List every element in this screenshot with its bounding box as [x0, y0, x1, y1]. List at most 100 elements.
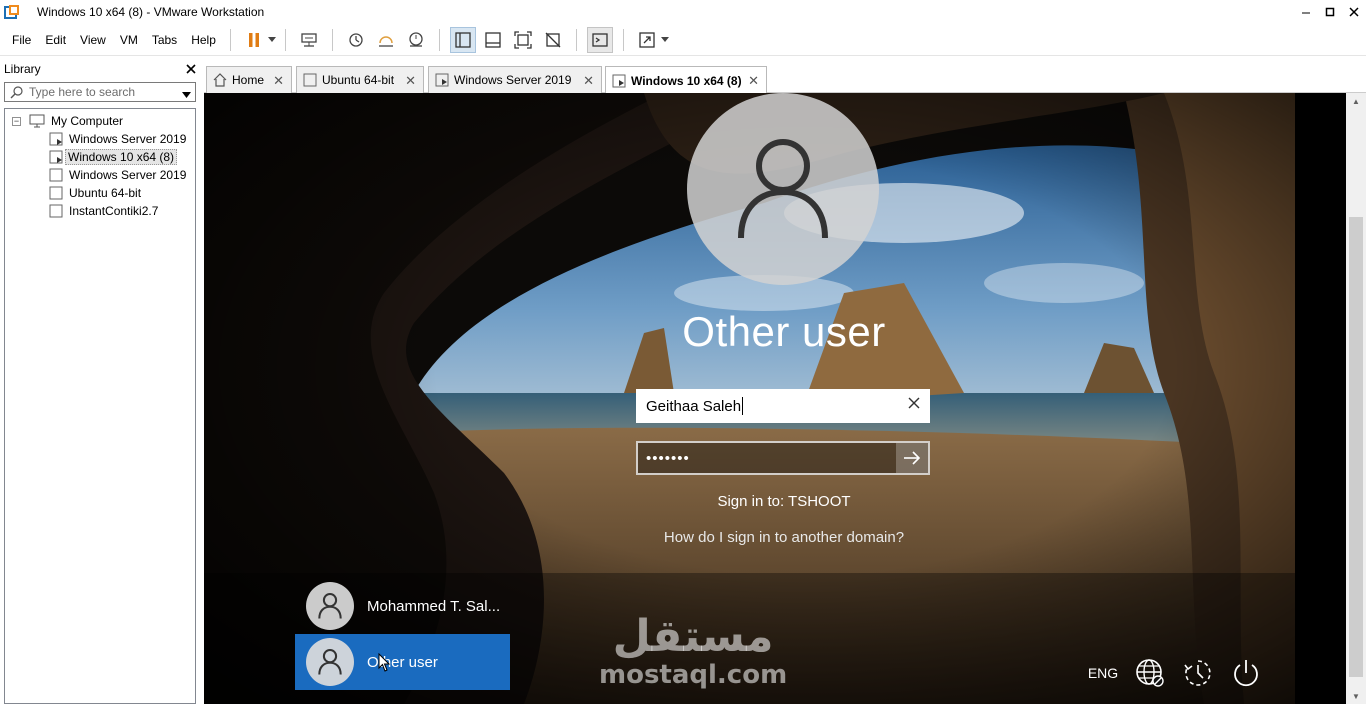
tree-collapse-toggle[interactable]: − [12, 117, 21, 126]
windows-lock-screen[interactable]: Other user Geithaa Saleh ••••••• Sign in… [204, 93, 1295, 704]
scroll-down-button[interactable]: ▼ [1346, 688, 1366, 704]
toolbar-separator [575, 28, 577, 51]
network-button[interactable] [1132, 653, 1168, 693]
scroll-thumb[interactable] [1349, 217, 1363, 677]
minimize-button[interactable] [1294, 0, 1318, 24]
user-icon [738, 139, 828, 239]
tree-item-vm[interactable]: InstantContiki2.7 [49, 202, 160, 220]
computer-icon [29, 114, 45, 128]
tab-close-button[interactable]: ✕ [748, 73, 759, 89]
tab-windows-10[interactable]: Windows 10 x64 (8) ✕ [605, 66, 767, 94]
toolbar-separator [331, 28, 333, 51]
library-close-button[interactable] [186, 61, 196, 77]
vm-running-icon [612, 74, 626, 88]
window-title: Windows 10 x64 (8) - VMware Workstation [37, 5, 265, 19]
suspend-button[interactable] [241, 27, 267, 53]
tab-label: Windows 10 x64 (8) [631, 73, 742, 88]
tree-item-vm[interactable]: Windows Server 2019 [49, 166, 188, 184]
maximize-icon [1325, 7, 1335, 17]
stretch-dropdown[interactable] [660, 37, 670, 42]
watermark: مستقل mostaql.com [599, 613, 788, 690]
pause-icon [248, 32, 259, 47]
tab-close-button[interactable]: ✕ [583, 73, 594, 89]
sign-in-domain-text: Sign in to: TSHOOT [717, 493, 851, 510]
user-avatar-small [306, 582, 354, 630]
unity-button[interactable] [540, 27, 566, 53]
keyboard-network-icon [301, 32, 317, 47]
power-icon [1234, 660, 1258, 687]
menu-toolbar: File Edit View VM Tabs Help [0, 24, 1366, 56]
vm-running-icon [435, 73, 449, 87]
tab-label: Ubuntu 64-bit [322, 73, 395, 87]
library-search [4, 82, 196, 102]
password-field[interactable]: ••••••• [636, 441, 930, 475]
close-window-button[interactable] [1342, 0, 1366, 24]
full-screen-icon [514, 30, 532, 49]
search-icon [5, 85, 29, 99]
vm-display-area[interactable]: Other user Geithaa Saleh ••••••• Sign in… [204, 93, 1346, 704]
menu-vm[interactable]: VM [114, 33, 144, 47]
tree-item-label: Windows 10 x64 (8) [65, 149, 178, 165]
ease-of-access-button[interactable] [1180, 653, 1216, 693]
tree-item-vm[interactable]: Windows Server 2019 [49, 130, 188, 148]
tab-label: Windows Server 2019 [454, 73, 572, 87]
tab-home[interactable]: Home ✕ [206, 66, 292, 93]
tree-item-label: Windows Server 2019 [69, 132, 187, 146]
user-tile-selected[interactable]: Other user [295, 634, 510, 690]
tree-item-label: InstantContiki2.7 [69, 204, 159, 218]
revert-snapshot-button[interactable] [373, 27, 399, 53]
tab-ubuntu[interactable]: Ubuntu 64-bit ✕ [296, 66, 424, 93]
tree-item-vm[interactable]: Ubuntu 64-bit [49, 184, 143, 202]
user-tile-name: Mohammed T. Sal... [367, 597, 501, 615]
power-dropdown[interactable] [267, 37, 277, 42]
library-view-icon [455, 31, 471, 48]
snapshot-manager-button[interactable] [403, 27, 429, 53]
username-field[interactable]: Geithaa Saleh [636, 389, 930, 423]
show-library-button[interactable] [449, 26, 476, 53]
language-indicator[interactable]: ENG [1084, 653, 1122, 693]
watermark-latin: mostaql.com [599, 660, 788, 690]
submit-sign-in-button[interactable] [896, 443, 928, 473]
vm-icon [49, 186, 63, 200]
console-view-button[interactable] [586, 26, 613, 53]
vmware-app-icon [4, 5, 19, 19]
stretch-guest-button[interactable] [634, 27, 660, 53]
user-tile[interactable]: Mohammed T. Sal... [295, 578, 510, 634]
tab-close-button[interactable]: ✕ [405, 73, 416, 89]
clear-username-button[interactable] [908, 396, 920, 414]
close-icon [1349, 7, 1359, 17]
power-button[interactable] [1228, 653, 1264, 693]
scroll-up-button[interactable]: ▲ [1346, 93, 1366, 109]
text-caret [742, 397, 744, 415]
full-screen-button[interactable] [510, 27, 536, 53]
tab-close-button[interactable]: ✕ [273, 73, 284, 89]
thumbnail-bar-button[interactable] [480, 27, 506, 53]
maximize-button[interactable] [1318, 0, 1342, 24]
tree-item-label: My Computer [51, 114, 124, 128]
tree-item-my-computer[interactable]: My Computer [29, 112, 125, 130]
tree-item-label: Windows Server 2019 [69, 168, 187, 182]
search-dropdown-button[interactable] [182, 87, 191, 101]
menu-edit[interactable]: Edit [39, 33, 72, 47]
tree-item-vm-selected[interactable]: Windows 10 x64 (8) [49, 148, 178, 166]
console-icon [592, 32, 608, 47]
user-icon [318, 593, 342, 619]
menu-file[interactable]: File [6, 33, 37, 47]
send-ctrl-alt-del-button[interactable] [296, 27, 322, 53]
vertical-scrollbar[interactable]: ▲ ▼ [1346, 93, 1366, 704]
vm-icon [49, 204, 63, 218]
vm-icon [49, 168, 63, 182]
vm-icon [303, 73, 317, 87]
menu-view[interactable]: View [74, 33, 112, 47]
library-search-input[interactable] [29, 85, 169, 99]
unity-icon [545, 32, 561, 47]
menu-help[interactable]: Help [185, 33, 222, 47]
domain-help-link[interactable]: How do I sign in to another domain? [584, 529, 984, 546]
tab-windows-server[interactable]: Windows Server 2019 ✕ [428, 66, 602, 93]
user-avatar-small [306, 638, 354, 686]
menu-tabs[interactable]: Tabs [146, 33, 183, 47]
take-snapshot-button[interactable] [343, 27, 369, 53]
close-icon [908, 397, 920, 409]
minimize-icon [1302, 12, 1310, 14]
snapshot-manager-icon [409, 31, 423, 47]
